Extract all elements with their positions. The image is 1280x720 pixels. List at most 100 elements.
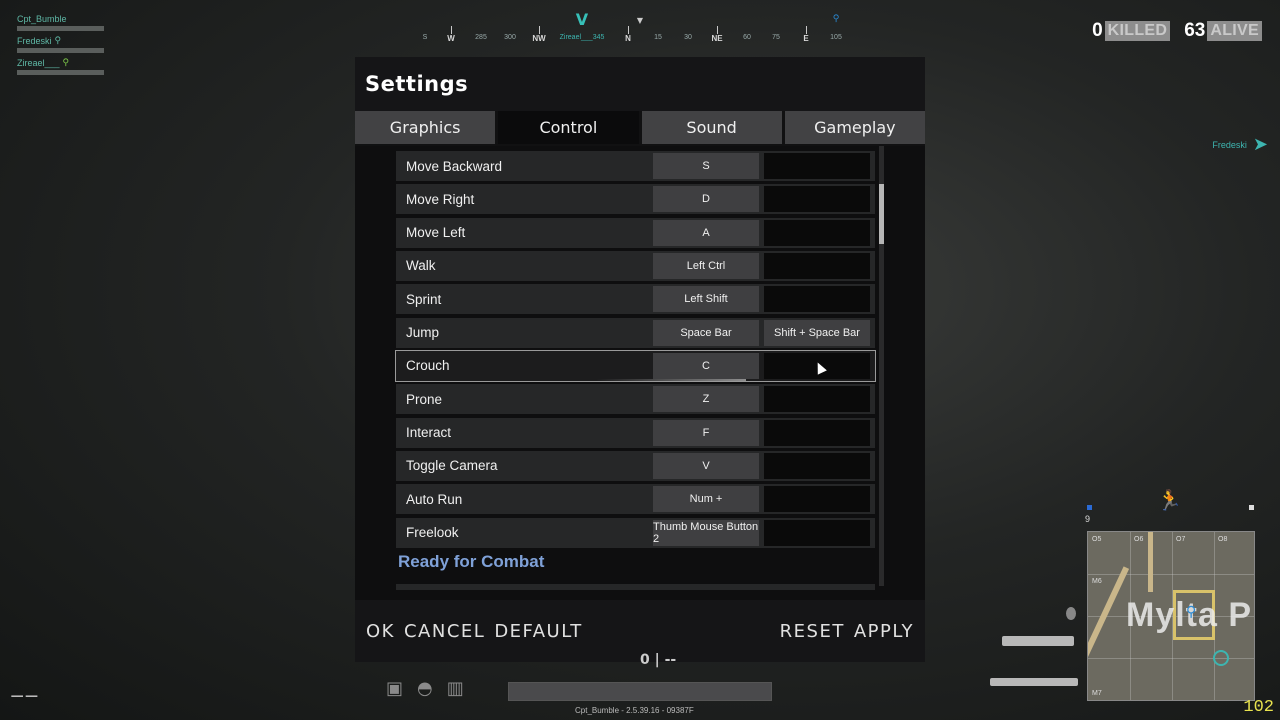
secondary-key-button[interactable] (764, 419, 870, 446)
scrollbar[interactable] (879, 146, 884, 586)
action-label: Move Backward (406, 158, 503, 174)
tab-gameplay[interactable]: Gameplay (784, 111, 925, 144)
squad-member-label: Zireael___ (17, 57, 60, 68)
teammate-name: Fredeski (1212, 139, 1247, 150)
compass-label: 105 (830, 34, 842, 41)
compass-label: E (803, 34, 809, 43)
primary-key-button[interactable]: V (653, 452, 759, 479)
equipment-slots: ▣ ◓ ▥ (386, 678, 464, 699)
action-label: Freelook (406, 525, 459, 541)
grid-coord: O7 (1176, 536, 1186, 543)
grid-coord: M7 (1092, 690, 1102, 697)
killed-counter: 0 KILLED (1092, 20, 1171, 42)
secondary-key-button[interactable] (764, 452, 870, 479)
primary-key-button[interactable]: A (653, 219, 759, 246)
tab-graphics[interactable]: Graphics (355, 111, 496, 144)
weapon-rifle-icon (990, 678, 1078, 686)
alive-count: 63 (1184, 20, 1206, 41)
primary-key-button[interactable]: C (653, 352, 759, 379)
alive-counter: 63 ALIVE (1184, 20, 1262, 42)
primary-key-button[interactable]: D (653, 186, 759, 213)
settings-dialog: Settings Graphics Control Sound Gameplay… (355, 57, 925, 662)
compass-label: Zireael___345 (559, 34, 605, 41)
grid-coord: M6 (1092, 578, 1102, 585)
settings-tabs: Graphics Control Sound Gameplay (355, 111, 925, 144)
apply-button[interactable]: APPLY (854, 621, 914, 642)
action-label: Interact (406, 425, 452, 441)
default-button[interactable]: DEFAULT (494, 621, 582, 642)
keybinding-row[interactable]: Freelook Thumb Mouse Button 2 (396, 517, 875, 548)
weapon-smg-icon (1002, 636, 1074, 646)
keybinding-row[interactable]: Prone Z (396, 384, 875, 415)
map-pin-icon: ⚲ (54, 35, 62, 45)
primary-key-button[interactable]: Thumb Mouse Button 2 (653, 519, 759, 546)
keybinding-row[interactable]: Move Right D (396, 184, 875, 215)
build-info: Cpt_Bumble - 2.5.39.16 - 09387F (575, 706, 694, 715)
secondary-key-button[interactable] (764, 286, 870, 313)
secondary-key-button[interactable] (764, 186, 870, 213)
keybinding-row[interactable]: Auto Run Num + (396, 484, 875, 515)
grid-line (1088, 574, 1254, 575)
keybinding-row[interactable]: Interact F (396, 417, 875, 448)
primary-key-button[interactable]: Z (653, 386, 759, 413)
squad-health-bar (17, 26, 104, 31)
secondary-key-button[interactable] (764, 252, 870, 279)
secondary-key-button[interactable] (764, 386, 870, 413)
keybinding-row[interactable]: Move Left A (396, 217, 875, 248)
squad-member-name: Cpt_Bumble (17, 14, 105, 24)
keybinding-row[interactable]: Walk Left Ctrl (396, 250, 875, 281)
prone-stance-icon: ⚊⚊ (10, 682, 39, 701)
squad-member-name: Fredeski ⚲ (17, 35, 105, 46)
secondary-key-button[interactable]: Shift + Space Bar (764, 319, 870, 346)
primary-key-button[interactable]: Left Ctrl (653, 252, 759, 279)
action-label: Sprint (406, 291, 442, 307)
squad-member: Cpt_Bumble (17, 14, 105, 31)
squad-health-bar (17, 48, 104, 53)
keybinding-row[interactable]: Sprint Left Shift (396, 284, 875, 315)
primary-key-button[interactable]: S (653, 153, 759, 179)
compass-tick (539, 26, 540, 34)
team-count: 9 (1085, 514, 1091, 524)
keybinding-row[interactable]: Jump Space Bar Shift + Space Bar (396, 317, 875, 348)
footer-left-actions: OK CANCEL DEFAULT (366, 621, 583, 642)
secondary-key-button[interactable] (764, 219, 870, 246)
primary-key-button[interactable]: Num + (653, 486, 759, 513)
primary-key-button[interactable]: Left Shift (653, 286, 759, 313)
map-pin-icon: ⚲ (62, 57, 70, 67)
tab-control[interactable]: Control (498, 111, 639, 144)
scrollbar-thumb[interactable] (879, 184, 884, 244)
reset-button[interactable]: RESET (780, 621, 845, 642)
keybinding-list: Move Backward S Move Right D Move Left A… (355, 146, 925, 600)
keybinding-row-selected[interactable]: Crouch C (395, 349, 876, 382)
compass-label: 285 (475, 34, 487, 41)
grenade-icon (1066, 607, 1076, 620)
ok-button[interactable]: OK (366, 621, 395, 642)
road (1148, 532, 1153, 592)
keybinding-row[interactable]: Move Backward S (396, 151, 875, 181)
primary-key-button[interactable]: Space Bar (653, 319, 759, 346)
tab-sound[interactable]: Sound (641, 111, 782, 144)
cancel-button[interactable]: CANCEL (404, 621, 485, 642)
action-label: Crouch (406, 358, 450, 374)
secondary-key-button[interactable] (764, 519, 870, 546)
keybinding-rows: Move Backward S Move Right D Move Left A… (395, 151, 876, 551)
fps-counter: 102 (1243, 698, 1274, 717)
primary-key-button[interactable]: F (653, 419, 759, 446)
team-marker-icon (1087, 505, 1092, 510)
compass-label: NE (711, 34, 723, 43)
compass-label: W (447, 34, 455, 43)
compass-label: 75 (772, 34, 780, 41)
keybinding-row[interactable]: Toggle Camera V (396, 450, 875, 481)
killed-count: 0 (1092, 20, 1103, 41)
secondary-key-button[interactable] (764, 153, 870, 179)
squad-marker-icon: V (575, 10, 589, 29)
action-label: Move Right (406, 191, 475, 207)
minimap[interactable]: O5 O6 O7 O8 M6 M7 Mylta P ⚲ (1087, 531, 1255, 701)
offscreen-teammate-indicator: Fredeski ➤ (1212, 134, 1268, 155)
compass-label: 300 (504, 34, 516, 41)
action-label: Jump (406, 325, 440, 341)
secondary-key-button[interactable] (764, 486, 870, 513)
compass-label: 30 (684, 34, 692, 41)
footer-right-actions: RESET APPLY (780, 621, 914, 642)
grid-line (1088, 658, 1254, 659)
